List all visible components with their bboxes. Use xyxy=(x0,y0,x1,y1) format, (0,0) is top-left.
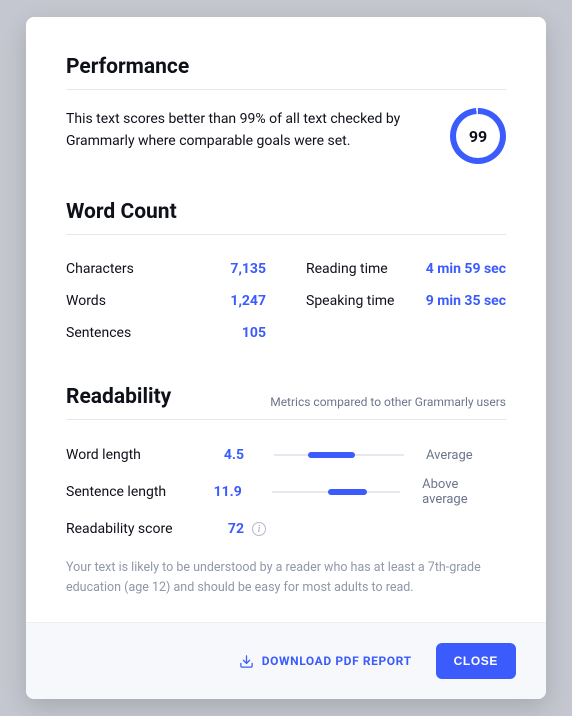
metric-label: Sentence length xyxy=(66,484,192,500)
download-pdf-button[interactable]: DOWNLOAD PDF REPORT xyxy=(239,654,412,669)
metric-gauge xyxy=(274,451,404,459)
stat-label: Sentences xyxy=(66,325,131,341)
stat-label: Words xyxy=(66,293,106,309)
stat-sentences: Sentences 105 xyxy=(66,317,266,349)
stat-label: Characters xyxy=(66,261,134,277)
metric-value: 11.9 xyxy=(192,484,241,500)
stat-label: Speaking time xyxy=(306,293,394,309)
stat-value: 4 min 59 sec xyxy=(426,261,506,277)
performance-heading: Performance xyxy=(66,55,506,90)
readability-header: Readability Metrics compared to other Gr… xyxy=(66,385,506,420)
wordcount-right-col: Reading time 4 min 59 sec Speaking time … xyxy=(306,253,506,349)
score-ring: 99 xyxy=(450,108,506,164)
download-label: DOWNLOAD PDF REPORT xyxy=(262,654,412,668)
readability-explanation: Your text is likely to be understood by … xyxy=(66,558,506,598)
performance-modal: Performance This text scores better than… xyxy=(26,17,546,699)
metric-label: Word length xyxy=(66,447,194,463)
score-value: 99 xyxy=(469,127,487,146)
metric-tag: Average xyxy=(426,448,473,463)
metric-value: 72 xyxy=(194,521,244,537)
download-icon xyxy=(239,654,254,669)
performance-row: This text scores better than 99% of all … xyxy=(66,108,506,164)
modal-content: Performance This text scores better than… xyxy=(26,17,546,622)
modal-footer: DOWNLOAD PDF REPORT CLOSE xyxy=(26,622,546,699)
metric-sentence-length: Sentence length 11.9 Above average xyxy=(66,470,506,514)
performance-description: This text scores better than 99% of all … xyxy=(66,108,430,153)
stat-characters: Characters 7,135 xyxy=(66,253,266,285)
stat-value: 7,135 xyxy=(230,261,266,277)
stat-speaking-time: Speaking time 9 min 35 sec xyxy=(306,285,506,317)
metric-word-length: Word length 4.5 Average xyxy=(66,440,506,470)
wordcount-left-col: Characters 7,135 Words 1,247 Sentences 1… xyxy=(66,253,266,349)
readability-subtitle: Metrics compared to other Grammarly user… xyxy=(270,395,506,409)
metric-label: Readability score xyxy=(66,521,194,537)
close-button[interactable]: CLOSE xyxy=(436,643,516,679)
wordcount-grid: Characters 7,135 Words 1,247 Sentences 1… xyxy=(66,253,506,349)
stat-value: 9 min 35 sec xyxy=(426,293,506,309)
metric-tag: Above average xyxy=(422,477,506,507)
metric-value: 4.5 xyxy=(194,447,244,463)
stat-value: 105 xyxy=(242,325,266,341)
metric-gauge xyxy=(272,488,400,496)
info-icon[interactable]: i xyxy=(252,522,266,536)
stat-words: Words 1,247 xyxy=(66,285,266,317)
stat-value: 1,247 xyxy=(230,293,266,309)
readability-heading: Readability xyxy=(66,385,171,409)
stat-reading-time: Reading time 4 min 59 sec xyxy=(306,253,506,285)
metric-readability-score: Readability score 72 i xyxy=(66,514,506,544)
stat-label: Reading time xyxy=(306,261,388,277)
wordcount-heading: Word Count xyxy=(66,200,506,235)
